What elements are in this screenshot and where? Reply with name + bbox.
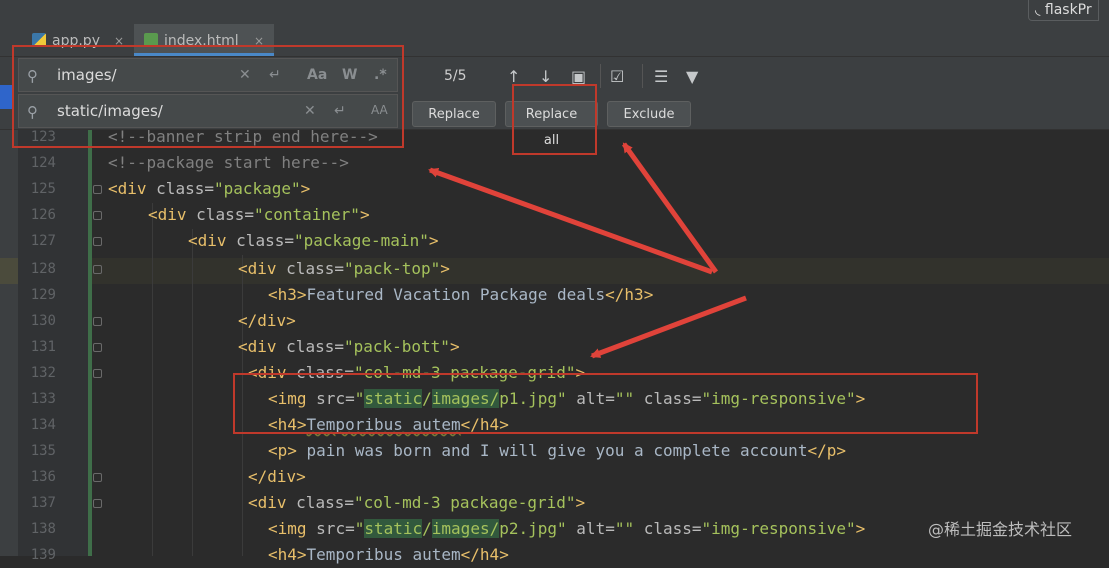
arrow-to-result-line: [590, 295, 747, 359]
arrow-to-replace-all: [621, 142, 719, 274]
annotation-arrows: [428, 142, 747, 359]
watermark: @稀土掘金技术社区: [928, 520, 1073, 539]
arrow-to-find-fields: [428, 167, 713, 275]
